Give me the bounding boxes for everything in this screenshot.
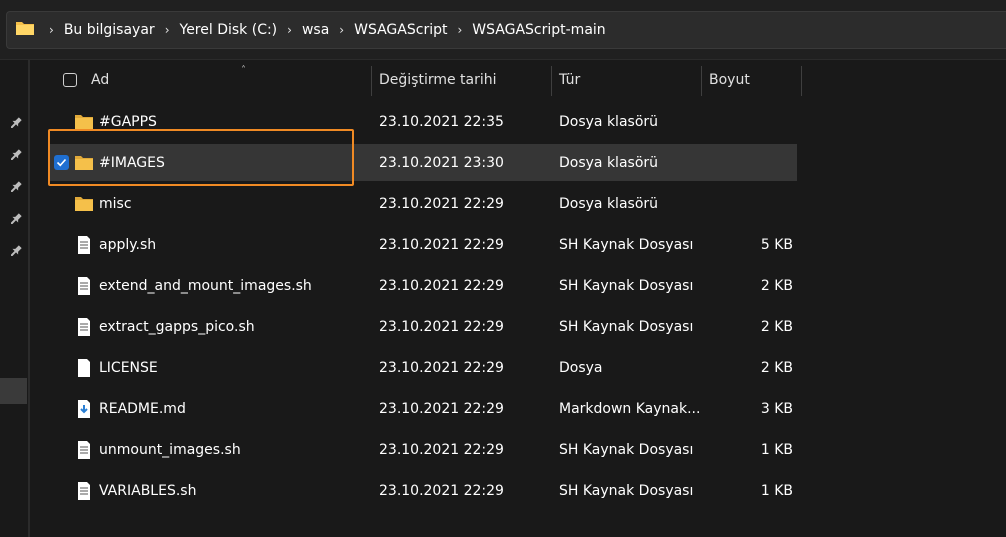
list-item[interactable]: unmount_images.sh 23.10.2021 22:29 SH Ka…: [48, 431, 797, 468]
sort-ascending-icon: ˄: [241, 65, 246, 76]
file-size: 5 KB: [760, 236, 793, 253]
list-item[interactable]: LICENSE 23.10.2021 22:29 Dosya 2 KB: [48, 349, 797, 386]
file-name: VARIABLES.sh: [99, 482, 197, 499]
file-size: 2 KB: [760, 277, 793, 294]
list-item-selected[interactable]: #IMAGES 23.10.2021 23:30 Dosya klasörü: [48, 144, 797, 181]
file-name: #GAPPS: [99, 113, 157, 130]
file-date: 23.10.2021 22:29: [379, 318, 504, 335]
file-type: SH Kaynak Dosyası: [559, 277, 694, 294]
file-size: [713, 185, 793, 222]
file-name: #IMAGES: [99, 154, 165, 171]
markdown-file-icon: [74, 399, 94, 419]
pin-icon[interactable]: [9, 212, 23, 226]
text-file-icon: [74, 481, 94, 501]
file-size: [713, 144, 793, 181]
pin-icon[interactable]: [9, 116, 23, 130]
breadcrumb-item-local-disk[interactable]: Yerel Disk (C:): [180, 22, 278, 38]
nav-selected-item[interactable]: [0, 378, 27, 404]
file-date: 23.10.2021 22:29: [379, 359, 504, 376]
file-name: LICENSE: [99, 359, 158, 376]
row-checkbox-checked[interactable]: [54, 155, 69, 170]
folder-icon: [74, 112, 94, 132]
list-item[interactable]: extract_gapps_pico.sh 23.10.2021 22:29 S…: [48, 308, 797, 345]
chevron-right-icon[interactable]: ›: [49, 23, 54, 37]
select-all-checkbox[interactable]: [63, 73, 77, 87]
file-size: 3 KB: [760, 400, 793, 417]
address-bar: › Bu bilgisayar › Yerel Disk (C:) › wsa …: [0, 0, 1006, 60]
column-header-size[interactable]: Boyut: [709, 60, 750, 100]
pin-icon[interactable]: [9, 180, 23, 194]
file-date: 23.10.2021 22:35: [379, 113, 504, 130]
folder-icon: [74, 194, 94, 214]
chevron-right-icon[interactable]: ›: [165, 23, 170, 37]
file-type: SH Kaynak Dosyası: [559, 236, 694, 253]
breadcrumb[interactable]: › Bu bilgisayar › Yerel Disk (C:) › wsa …: [6, 11, 1006, 49]
file-type: SH Kaynak Dosyası: [559, 441, 694, 458]
list-item[interactable]: misc 23.10.2021 22:29 Dosya klasörü: [48, 185, 797, 222]
pin-icon[interactable]: [9, 148, 23, 162]
chevron-right-icon[interactable]: ›: [339, 23, 344, 37]
file-name: README.md: [99, 400, 186, 417]
column-divider[interactable]: [371, 66, 372, 96]
folder-icon: [74, 153, 94, 173]
file-name: apply.sh: [99, 236, 157, 253]
column-divider[interactable]: [701, 66, 702, 96]
file-type: Dosya klasörü: [559, 113, 659, 130]
file-date: 23.10.2021 22:29: [379, 195, 504, 212]
list-item[interactable]: #GAPPS 23.10.2021 22:35 Dosya klasörü: [48, 103, 797, 140]
file-type: Dosya: [559, 359, 603, 376]
navigation-pane: [0, 60, 28, 537]
file-size: 1 KB: [760, 482, 793, 499]
file-date: 23.10.2021 22:29: [379, 236, 504, 253]
file-date: 23.10.2021 22:29: [379, 277, 504, 294]
file-type: SH Kaynak Dosyası: [559, 318, 694, 335]
column-divider[interactable]: [551, 66, 552, 96]
file-date: 23.10.2021 22:29: [379, 482, 504, 499]
column-header-type[interactable]: Tür: [559, 60, 580, 100]
pane-splitter[interactable]: [28, 60, 30, 537]
file-date: 23.10.2021 22:29: [379, 441, 504, 458]
column-header: ˄ Ad Değiştirme tarihi Tür Boyut: [30, 60, 1006, 100]
blank-file-icon: [74, 358, 94, 378]
file-type: SH Kaynak Dosyası: [559, 482, 694, 499]
file-type: Dosya klasörü: [559, 154, 659, 171]
chevron-right-icon[interactable]: ›: [287, 23, 292, 37]
file-size: 2 KB: [760, 359, 793, 376]
file-size: [713, 103, 793, 140]
list-item[interactable]: apply.sh 23.10.2021 22:29 SH Kaynak Dosy…: [48, 226, 797, 263]
chevron-right-icon[interactable]: ›: [457, 23, 462, 37]
text-file-icon: [74, 235, 94, 255]
column-header-name[interactable]: Ad: [91, 60, 109, 100]
list-item[interactable]: extend_and_mount_images.sh 23.10.2021 22…: [48, 267, 797, 304]
breadcrumb-item-wsagascript[interactable]: WSAGAScript: [354, 22, 447, 38]
list-item[interactable]: README.md 23.10.2021 22:29 Markdown Kayn…: [48, 390, 797, 427]
file-name: unmount_images.sh: [99, 441, 241, 458]
text-file-icon: [74, 276, 94, 296]
breadcrumb-item-wsagascript-main[interactable]: WSAGAScript-main: [472, 22, 605, 38]
file-type: Markdown Kaynak...: [559, 400, 701, 417]
file-name: extend_and_mount_images.sh: [99, 277, 312, 294]
file-date: 23.10.2021 22:29: [379, 400, 504, 417]
file-size: 2 KB: [760, 318, 793, 335]
file-size: 1 KB: [760, 441, 793, 458]
breadcrumb-item-this-pc[interactable]: Bu bilgisayar: [64, 22, 155, 38]
file-date: 23.10.2021 23:30: [379, 154, 504, 171]
breadcrumb-item-wsa[interactable]: wsa: [302, 22, 329, 38]
column-header-date[interactable]: Değiştirme tarihi: [379, 60, 497, 100]
pin-icon[interactable]: [9, 244, 23, 258]
text-file-icon: [74, 317, 94, 337]
file-name: misc: [99, 195, 132, 212]
list-item[interactable]: VARIABLES.sh 23.10.2021 22:29 SH Kaynak …: [48, 472, 797, 509]
column-divider[interactable]: [801, 66, 802, 96]
folder-icon: [15, 20, 35, 40]
file-type: Dosya klasörü: [559, 195, 659, 212]
text-file-icon: [74, 440, 94, 460]
file-name: extract_gapps_pico.sh: [99, 318, 255, 335]
